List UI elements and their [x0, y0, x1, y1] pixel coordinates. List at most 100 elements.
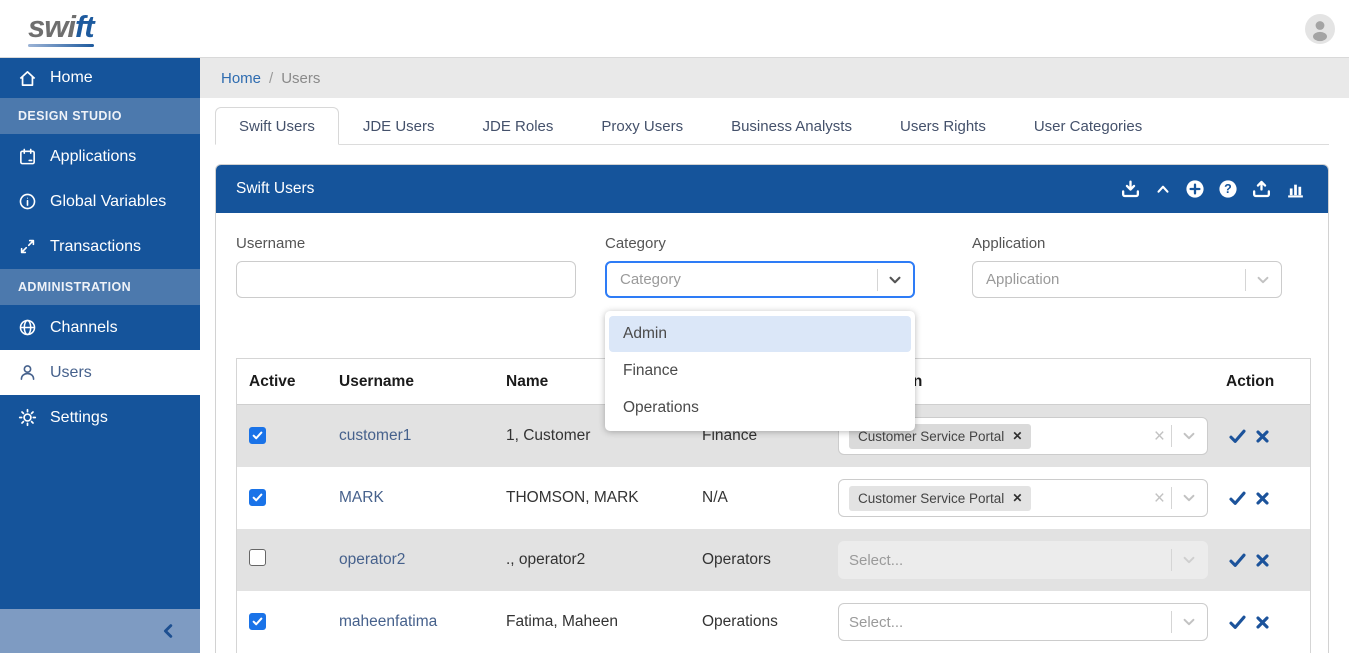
app-logo[interactable]: swift [28, 11, 94, 47]
category-dropdown-menu: Admin Finance Operations [605, 311, 915, 431]
multiselect-placeholder: Select... [849, 552, 1167, 569]
tab-user-categories[interactable]: User Categories [1010, 107, 1166, 145]
panel-toolbar: ? [1120, 179, 1306, 200]
panel-title: Swift Users [236, 180, 314, 198]
sidebar-item-label: Channels [50, 319, 118, 337]
tab-proxy-users[interactable]: Proxy Users [577, 107, 707, 145]
table-row: maheenfatima Fatima, Maheen Operations S… [237, 591, 1310, 653]
swift-users-panel: Swift Users ? [215, 164, 1329, 653]
application-tag: Customer Service Portal ✕ [849, 486, 1031, 511]
column-header-action: Action [1220, 373, 1310, 391]
add-icon[interactable] [1185, 179, 1205, 199]
chevron-down-icon[interactable] [1255, 272, 1271, 288]
category-cell: Operations [702, 613, 838, 631]
check-icon [252, 430, 263, 441]
sidebar-collapse-button[interactable] [0, 609, 200, 653]
delete-row-icon[interactable] [1256, 492, 1269, 505]
select-divider [1171, 611, 1172, 633]
select-divider [1171, 425, 1172, 447]
sidebar-section-administration: ADMINISTRATION [0, 269, 200, 305]
delete-row-icon[interactable] [1256, 430, 1269, 443]
username-link[interactable]: MARK [339, 489, 384, 506]
select-divider [877, 269, 878, 291]
name-cell: ., operator2 [506, 551, 702, 569]
tab-jde-users[interactable]: JDE Users [339, 107, 459, 145]
category-option-operations[interactable]: Operations [609, 390, 911, 426]
breadcrumb: Home / Users [200, 58, 1349, 98]
chart-icon[interactable] [1285, 179, 1306, 200]
application-multiselect: Select... [838, 541, 1208, 579]
confirm-row-icon[interactable] [1229, 553, 1246, 568]
active-checkbox[interactable] [249, 489, 266, 506]
upload-icon[interactable] [1251, 179, 1272, 200]
table-row: MARK THOMSON, MARK N/A Customer Service … [237, 467, 1310, 529]
sidebar-section-design-studio: DESIGN STUDIO [0, 98, 200, 134]
active-checkbox[interactable] [249, 613, 266, 630]
application-multiselect[interactable]: Select... [838, 603, 1208, 641]
confirm-row-icon[interactable] [1229, 429, 1246, 444]
tab-jde-roles[interactable]: JDE Roles [459, 107, 578, 145]
tab-bar: Swift Users JDE Users JDE Roles Proxy Us… [215, 107, 1329, 145]
section-label: DESIGN STUDIO [18, 109, 122, 123]
tab-business-analysts[interactable]: Business Analysts [707, 107, 876, 145]
remove-tag-icon[interactable]: ✕ [1012, 429, 1022, 443]
chevron-down-icon[interactable] [1181, 614, 1197, 630]
sidebar-item-transactions[interactable]: Transactions [0, 224, 200, 269]
download-icon[interactable] [1120, 179, 1141, 200]
active-checkbox[interactable] [249, 549, 266, 566]
username-link[interactable]: maheenfatima [339, 613, 437, 630]
remove-tag-icon[interactable]: ✕ [1012, 491, 1022, 505]
breadcrumb-home-link[interactable]: Home [221, 70, 261, 87]
chevron-down-icon[interactable] [1181, 428, 1197, 444]
app-header: swift [0, 0, 1349, 58]
application-select[interactable]: Application [972, 261, 1282, 298]
chevron-down-icon [1181, 552, 1197, 568]
clear-selection-icon[interactable]: × [1152, 489, 1167, 508]
sidebar-item-channels[interactable]: Channels [0, 305, 200, 350]
sidebar-item-label: Global Variables [50, 193, 166, 211]
delete-row-icon[interactable] [1256, 616, 1269, 629]
category-select-placeholder: Category [620, 271, 873, 288]
collapse-up-icon[interactable] [1154, 180, 1172, 198]
help-icon[interactable]: ? [1218, 179, 1238, 199]
username-filter-input[interactable] [236, 261, 576, 298]
column-header-active: Active [249, 373, 339, 391]
section-label: ADMINISTRATION [18, 280, 131, 294]
panel-header: Swift Users ? [216, 165, 1328, 213]
category-cell: Operators [702, 551, 838, 569]
sidebar-item-settings[interactable]: Settings [0, 395, 200, 440]
tab-users-rights[interactable]: Users Rights [876, 107, 1010, 145]
chevron-down-icon[interactable] [1181, 490, 1197, 506]
clear-selection-icon[interactable]: × [1152, 427, 1167, 446]
select-divider [1171, 549, 1172, 571]
confirm-row-icon[interactable] [1229, 491, 1246, 506]
person-icon [1305, 14, 1335, 44]
sidebar-item-label: Users [50, 364, 92, 382]
sidebar-item-global-variables[interactable]: Global Variables [0, 179, 200, 224]
sidebar-item-users[interactable]: Users [0, 350, 200, 395]
active-checkbox[interactable] [249, 427, 266, 444]
expand-arrows-icon [18, 237, 37, 256]
tab-swift-users[interactable]: Swift Users [215, 107, 339, 145]
sidebar-item-applications[interactable]: Applications [0, 134, 200, 179]
sidebar-item-home[interactable]: Home [0, 58, 200, 98]
application-multiselect[interactable]: Customer Service Portal ✕ × [838, 479, 1208, 517]
category-option-finance[interactable]: Finance [609, 353, 911, 389]
confirm-row-icon[interactable] [1229, 615, 1246, 630]
user-avatar[interactable] [1305, 14, 1335, 44]
category-select[interactable]: Category [605, 261, 915, 298]
application-filter-label: Application [972, 235, 1282, 252]
check-icon [252, 492, 263, 503]
logo-text-blue: ft [75, 9, 94, 44]
delete-row-icon[interactable] [1256, 554, 1269, 567]
sidebar-item-label: Applications [50, 148, 136, 166]
username-link[interactable]: operator2 [339, 551, 405, 568]
application-select-placeholder: Application [986, 271, 1241, 288]
select-divider [1245, 269, 1246, 291]
username-link[interactable]: customer1 [339, 427, 411, 444]
chevron-down-icon[interactable] [887, 272, 903, 288]
category-option-admin[interactable]: Admin [609, 316, 911, 352]
username-filter-label: Username [236, 235, 576, 252]
svg-text:?: ? [1224, 182, 1232, 196]
table-row: operator2 ., operator2 Operators Select.… [237, 529, 1310, 591]
